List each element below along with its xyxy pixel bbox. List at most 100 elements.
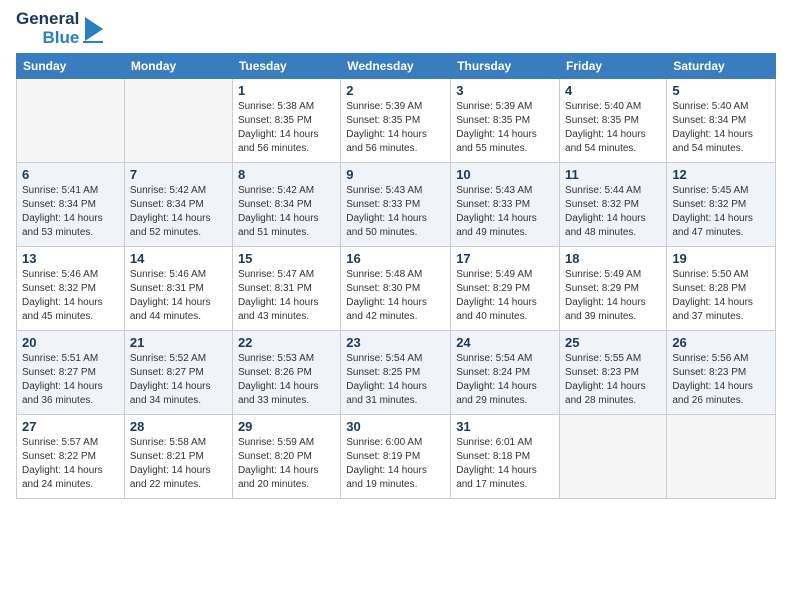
day-info: Sunrise: 5:43 AM Sunset: 8:33 PM Dayligh… bbox=[346, 184, 445, 240]
day-info: Sunrise: 5:56 AM Sunset: 8:23 PM Dayligh… bbox=[672, 352, 770, 408]
day-info: Sunrise: 5:58 AM Sunset: 8:21 PM Dayligh… bbox=[130, 436, 227, 492]
day-number: 10 bbox=[456, 167, 554, 182]
day-info: Sunrise: 5:39 AM Sunset: 8:35 PM Dayligh… bbox=[456, 100, 554, 156]
day-number: 14 bbox=[130, 251, 227, 266]
day-number: 11 bbox=[565, 167, 661, 182]
day-number: 18 bbox=[565, 251, 661, 266]
day-info: Sunrise: 5:41 AM Sunset: 8:34 PM Dayligh… bbox=[22, 184, 119, 240]
day-info: Sunrise: 5:40 AM Sunset: 8:34 PM Dayligh… bbox=[672, 100, 770, 156]
calendar-cell: 7Sunrise: 5:42 AM Sunset: 8:34 PM Daylig… bbox=[124, 163, 232, 247]
week-row-5: 27 Sunrise: 5:57 AM Sunset: 8:22 PM Dayli… bbox=[17, 415, 776, 499]
calendar-cell: 11 Sunrise: 5:44 AM Sunset: 8:32 PM Dayli… bbox=[560, 163, 667, 247]
calendar-cell: 10 Sunrise: 5:43 AM Sunset: 8:33 PM Dayli… bbox=[451, 163, 560, 247]
day-info: Sunrise: 5:38 AM Sunset: 8:35 PM Dayligh… bbox=[238, 100, 335, 156]
calendar-cell: 25 Sunrise: 5:55 AM Sunset: 8:23 PM Dayli… bbox=[560, 331, 667, 415]
day-number: 25 bbox=[565, 335, 661, 350]
header-saturday: Saturday bbox=[667, 54, 776, 79]
day-info: Sunrise: 5:46 AM Sunset: 8:32 PM Dayligh… bbox=[22, 268, 119, 324]
calendar-cell: 22 Sunrise: 5:53 AM Sunset: 8:26 PM Dayli… bbox=[232, 331, 340, 415]
calendar-cell: 30 Sunrise: 6:00 AM Sunset: 8:19 PM Dayli… bbox=[341, 415, 451, 499]
calendar-cell: 14 Sunrise: 5:46 AM Sunset: 8:31 PM Dayli… bbox=[124, 247, 232, 331]
day-info: Sunrise: 5:59 AM Sunset: 8:20 PM Dayligh… bbox=[238, 436, 335, 492]
calendar-cell: 17 Sunrise: 5:49 AM Sunset: 8:29 PM Dayli… bbox=[451, 247, 560, 331]
calendar-cell: 2Sunrise: 5:39 AM Sunset: 8:35 PM Daylig… bbox=[341, 79, 451, 163]
week-row-1: 1 Sunrise: 5:38 AM Sunset: 8:35 PM Daylig… bbox=[17, 79, 776, 163]
logo-icon bbox=[83, 15, 105, 43]
day-info: Sunrise: 5:48 AM Sunset: 8:30 PM Dayligh… bbox=[346, 268, 445, 324]
calendar-cell: 31 Sunrise: 6:01 AM Sunset: 8:18 PM Dayli… bbox=[451, 415, 560, 499]
calendar-cell bbox=[560, 415, 667, 499]
calendar-cell: 4Sunrise: 5:40 AM Sunset: 8:35 PM Daylig… bbox=[560, 79, 667, 163]
calendar-cell: 1 Sunrise: 5:38 AM Sunset: 8:35 PM Daylig… bbox=[232, 79, 340, 163]
day-number: 30 bbox=[346, 419, 445, 434]
calendar-cell: 18Sunrise: 5:49 AM Sunset: 8:29 PM Dayli… bbox=[560, 247, 667, 331]
day-info: Sunrise: 5:47 AM Sunset: 8:31 PM Dayligh… bbox=[238, 268, 335, 324]
logo: General Blue bbox=[16, 10, 105, 47]
day-number: 28 bbox=[130, 419, 227, 434]
calendar-cell: 9 Sunrise: 5:43 AM Sunset: 8:33 PM Daylig… bbox=[341, 163, 451, 247]
page: General Blue SundayMondayTuesdayWednesda… bbox=[0, 0, 792, 612]
day-number: 15 bbox=[238, 251, 335, 266]
day-number: 16 bbox=[346, 251, 445, 266]
header: General Blue bbox=[16, 10, 776, 47]
day-number: 9 bbox=[346, 167, 445, 182]
calendar-cell: 20 Sunrise: 5:51 AM Sunset: 8:27 PM Dayli… bbox=[17, 331, 125, 415]
day-number: 21 bbox=[130, 335, 227, 350]
day-number: 22 bbox=[238, 335, 335, 350]
calendar-cell: 27 Sunrise: 5:57 AM Sunset: 8:22 PM Dayli… bbox=[17, 415, 125, 499]
day-info: Sunrise: 5:39 AM Sunset: 8:35 PM Dayligh… bbox=[346, 100, 445, 156]
day-number: 1 bbox=[238, 83, 335, 98]
calendar-cell: 23 Sunrise: 5:54 AM Sunset: 8:25 PM Dayli… bbox=[341, 331, 451, 415]
calendar-cell: 21 Sunrise: 5:52 AM Sunset: 8:27 PM Dayli… bbox=[124, 331, 232, 415]
calendar-cell bbox=[124, 79, 232, 163]
day-info: Sunrise: 5:43 AM Sunset: 8:33 PM Dayligh… bbox=[456, 184, 554, 240]
logo-blue: Blue bbox=[42, 29, 79, 48]
calendar-cell: 29 Sunrise: 5:59 AM Sunset: 8:20 PM Dayli… bbox=[232, 415, 340, 499]
calendar-cell: 16 Sunrise: 5:48 AM Sunset: 8:30 PM Dayli… bbox=[341, 247, 451, 331]
header-friday: Friday bbox=[560, 54, 667, 79]
day-number: 26 bbox=[672, 335, 770, 350]
day-info: Sunrise: 5:46 AM Sunset: 8:31 PM Dayligh… bbox=[130, 268, 227, 324]
day-info: Sunrise: 5:44 AM Sunset: 8:32 PM Dayligh… bbox=[565, 184, 661, 240]
day-info: Sunrise: 5:54 AM Sunset: 8:25 PM Dayligh… bbox=[346, 352, 445, 408]
day-number: 27 bbox=[22, 419, 119, 434]
day-info: Sunrise: 6:01 AM Sunset: 8:18 PM Dayligh… bbox=[456, 436, 554, 492]
day-number: 24 bbox=[456, 335, 554, 350]
header-monday: Monday bbox=[124, 54, 232, 79]
day-number: 4 bbox=[565, 83, 661, 98]
day-number: 20 bbox=[22, 335, 119, 350]
day-number: 23 bbox=[346, 335, 445, 350]
day-info: Sunrise: 5:45 AM Sunset: 8:32 PM Dayligh… bbox=[672, 184, 770, 240]
header-sunday: Sunday bbox=[17, 54, 125, 79]
day-number: 12 bbox=[672, 167, 770, 182]
day-info: Sunrise: 5:52 AM Sunset: 8:27 PM Dayligh… bbox=[130, 352, 227, 408]
day-info: Sunrise: 5:55 AM Sunset: 8:23 PM Dayligh… bbox=[565, 352, 661, 408]
calendar-table: SundayMondayTuesdayWednesdayThursdayFrid… bbox=[16, 53, 776, 499]
day-number: 13 bbox=[22, 251, 119, 266]
calendar-cell: 24 Sunrise: 5:54 AM Sunset: 8:24 PM Dayli… bbox=[451, 331, 560, 415]
day-number: 19 bbox=[672, 251, 770, 266]
day-number: 29 bbox=[238, 419, 335, 434]
week-row-2: 6 Sunrise: 5:41 AM Sunset: 8:34 PM Daylig… bbox=[17, 163, 776, 247]
week-row-4: 20 Sunrise: 5:51 AM Sunset: 8:27 PM Dayli… bbox=[17, 331, 776, 415]
day-info: Sunrise: 5:42 AM Sunset: 8:34 PM Dayligh… bbox=[130, 184, 227, 240]
day-number: 8 bbox=[238, 167, 335, 182]
day-info: Sunrise: 5:50 AM Sunset: 8:28 PM Dayligh… bbox=[672, 268, 770, 324]
header-thursday: Thursday bbox=[451, 54, 560, 79]
day-number: 31 bbox=[456, 419, 554, 434]
header-tuesday: Tuesday bbox=[232, 54, 340, 79]
day-number: 17 bbox=[456, 251, 554, 266]
day-info: Sunrise: 5:51 AM Sunset: 8:27 PM Dayligh… bbox=[22, 352, 119, 408]
day-info: Sunrise: 5:57 AM Sunset: 8:22 PM Dayligh… bbox=[22, 436, 119, 492]
day-info: Sunrise: 5:53 AM Sunset: 8:26 PM Dayligh… bbox=[238, 352, 335, 408]
calendar-cell bbox=[667, 415, 776, 499]
calendar-cell: 5 Sunrise: 5:40 AM Sunset: 8:34 PM Daylig… bbox=[667, 79, 776, 163]
day-info: Sunrise: 5:49 AM Sunset: 8:29 PM Dayligh… bbox=[456, 268, 554, 324]
calendar-cell: 19 Sunrise: 5:50 AM Sunset: 8:28 PM Dayli… bbox=[667, 247, 776, 331]
day-info: Sunrise: 5:54 AM Sunset: 8:24 PM Dayligh… bbox=[456, 352, 554, 408]
day-number: 6 bbox=[22, 167, 119, 182]
day-number: 5 bbox=[672, 83, 770, 98]
calendar-cell: 8Sunrise: 5:42 AM Sunset: 8:34 PM Daylig… bbox=[232, 163, 340, 247]
day-info: Sunrise: 6:00 AM Sunset: 8:19 PM Dayligh… bbox=[346, 436, 445, 492]
calendar-cell: 12 Sunrise: 5:45 AM Sunset: 8:32 PM Dayli… bbox=[667, 163, 776, 247]
